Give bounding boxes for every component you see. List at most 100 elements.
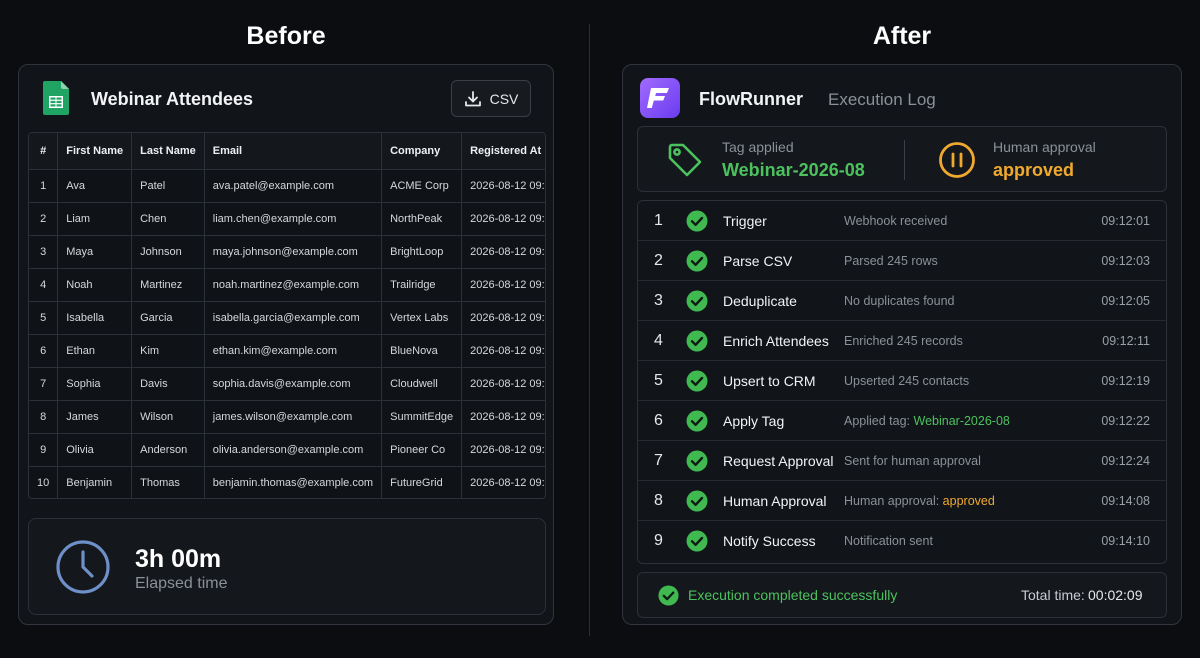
table-cell[interactable]: Thomas (131, 466, 205, 498)
table-cell[interactable]: ethan.kim@example.com (204, 334, 383, 368)
table-cell[interactable]: 7 (29, 367, 59, 401)
execution-step-row[interactable]: 4 Enrich Attendees Enriched 245 records 09:… (638, 321, 1166, 361)
table-cell[interactable]: Pioneer Co (381, 433, 463, 467)
execution-step-row[interactable]: 3 Deduplicate No duplicates found 09:12:05 (638, 281, 1166, 321)
table-cell[interactable]: 2026-08-12 09:35 (461, 334, 545, 368)
column-header[interactable]: Last Name (131, 133, 205, 170)
table-cell[interactable]: 2026-08-12 09:49 (461, 433, 545, 467)
table-cell[interactable]: 3 (29, 235, 59, 269)
table-row[interactable]: 4 Noah Martinez noah.martinez@example.com Tr… (29, 268, 545, 302)
column-header[interactable]: Email (204, 133, 383, 170)
table-cell[interactable]: Kim (131, 334, 205, 368)
table-row[interactable]: 5 Isabella Garcia isabella.garcia@example.c… (29, 301, 545, 335)
table-cell[interactable]: 1 (29, 169, 59, 203)
table-row[interactable]: 1 Ava Patel ava.patel@example.com ACME Corp 2… (29, 169, 545, 203)
table-cell[interactable]: 2026-08-12 09:53 (462, 466, 545, 498)
execution-step-row[interactable]: 5 Upsert to CRM Upserted 245 contacts 09:12… (638, 361, 1166, 401)
table-row[interactable]: 9 Olivia Anderson olivia.anderson@example.c… (29, 433, 545, 467)
table-cell[interactable]: James (57, 400, 133, 434)
table-cell[interactable]: olivia.anderson@example.com (204, 433, 383, 467)
table-cell[interactable]: Chen (131, 202, 205, 236)
table-cell[interactable]: benjamin.thomas@example.com (204, 466, 383, 498)
download-csv-button[interactable]: CSV (451, 80, 531, 117)
table-cell[interactable]: 4 (29, 268, 59, 302)
table-cell[interactable]: Garcia (131, 301, 205, 335)
table-cell[interactable]: BlueNova (381, 334, 463, 368)
table-cell[interactable]: Ava (57, 169, 133, 203)
column-header[interactable]: First Name (57, 133, 133, 170)
table-cell[interactable]: isabella.garcia@example.com (204, 301, 383, 335)
success-check-icon (686, 370, 708, 392)
table-cell[interactable]: 9 (29, 433, 59, 467)
table-cell[interactable]: 5 (29, 301, 59, 335)
execution-step-row[interactable]: 8 Human Approval Human approval: approved 0… (638, 481, 1166, 521)
table-cell[interactable]: 2026-08-12 09:45 (461, 400, 545, 434)
table-cell[interactable]: Johnson (131, 235, 205, 269)
table-cell[interactable]: 2026-08-12 09:31 (461, 301, 545, 335)
table-cell[interactable]: SummitEdge (381, 400, 463, 434)
success-check-icon (658, 585, 679, 606)
execution-step-row[interactable]: 1 Trigger Webhook received 09:12:01 (638, 201, 1166, 241)
table-cell[interactable]: Maya (57, 235, 133, 269)
column-header[interactable]: Company (381, 133, 463, 170)
table-cell[interactable]: 2026-08-12 09:40 (461, 367, 545, 401)
table-row[interactable]: 7 Sophia Davis sophia.davis@example.com Clou… (29, 367, 545, 401)
step-detail-text: Sent for human approval (844, 454, 981, 468)
execution-step-row[interactable]: 6 Apply Tag Applied tag: Webinar-2026-08 09… (638, 401, 1166, 441)
execution-step-row[interactable]: 9 Notify Success Notification sent 09:14:10 (638, 521, 1166, 561)
table-cell[interactable]: 2026-08-12 09:18 (461, 202, 545, 236)
table-cell[interactable]: Olivia (57, 433, 133, 467)
table-cell[interactable]: 2 (29, 202, 59, 236)
column-header[interactable]: # (29, 133, 59, 170)
step-name: Upsert to CRM (723, 373, 816, 389)
table-cell[interactable]: ava.patel@example.com (204, 169, 383, 203)
step-number: 9 (654, 532, 663, 549)
table-cell[interactable]: Davis (131, 367, 205, 401)
table-cell[interactable]: Sophia (57, 367, 133, 401)
table-cell[interactable]: liam.chen@example.com (204, 202, 383, 236)
step-detail: Notification sent (844, 534, 933, 548)
execution-step-row[interactable]: 2 Parse CSV Parsed 245 rows 09:12:03 (638, 241, 1166, 281)
table-cell[interactable]: Ethan (57, 334, 133, 368)
step-detail: Human approval: approved (844, 494, 995, 508)
table-cell[interactable]: Cloudwell (381, 367, 463, 401)
table-cell[interactable]: 8 (29, 400, 59, 434)
table-cell[interactable]: FutureGrid (381, 466, 463, 498)
table-row[interactable]: 2 Liam Chen liam.chen@example.com NorthPeak 2… (29, 202, 545, 236)
table-cell[interactable]: james.wilson@example.com (204, 400, 383, 434)
step-detail: Webhook received (844, 214, 947, 228)
table-cell[interactable]: Trailridge (381, 268, 463, 302)
table-cell[interactable]: Anderson (131, 433, 205, 467)
table-cell[interactable]: Noah (57, 268, 133, 302)
execution-step-row[interactable]: 7 Request Approval Sent for human approval… (638, 441, 1166, 481)
tag-applied-label: Tag applied (722, 139, 794, 155)
table-cell[interactable]: 10 (29, 466, 59, 498)
table-cell[interactable]: 2026-08-12 09:22 (461, 235, 545, 269)
table-row[interactable]: 6 Ethan Kim ethan.kim@example.com BlueNova 20… (29, 334, 545, 368)
table-cell[interactable]: Patel (131, 169, 205, 203)
total-time-value: 00:02:09 (1088, 587, 1143, 603)
table-cell[interactable]: Vertex Labs (381, 301, 463, 335)
step-detail-text: Parsed 245 rows (844, 254, 938, 268)
table-cell[interactable]: Isabella (57, 301, 133, 335)
table-cell[interactable]: 6 (29, 334, 59, 368)
table-cell[interactable]: noah.martinez@example.com (204, 268, 383, 302)
table-cell[interactable]: Benjamin (57, 466, 133, 498)
table-cell[interactable]: ACME Corp (381, 169, 463, 203)
tag-icon (668, 143, 702, 177)
table-row[interactable]: 3 Maya Johnson maya.johnson@example.com Brig… (29, 235, 545, 269)
step-name: Apply Tag (723, 413, 785, 429)
table-cell[interactable]: Wilson (131, 400, 205, 434)
table-cell[interactable]: 2026-08-12 09:14 (461, 169, 545, 203)
table-cell[interactable]: 2026-08-12 09:27 (461, 268, 545, 302)
table-cell[interactable]: NorthPeak (381, 202, 463, 236)
column-header[interactable]: Registered At (461, 133, 545, 170)
table-cell[interactable]: Liam (57, 202, 133, 236)
table-cell[interactable]: BrightLoop (381, 235, 463, 269)
table-cell[interactable]: sophia.davis@example.com (204, 367, 383, 401)
table-cell[interactable]: maya.johnson@example.com (204, 235, 383, 269)
table-cell[interactable]: Martinez (131, 268, 205, 302)
table-row[interactable]: 8 James Wilson james.wilson@example.com Summ… (29, 400, 545, 434)
step-name: Parse CSV (723, 253, 793, 269)
table-row[interactable]: 10 Benjamin Thomas benjamin.thomas@example.… (29, 466, 545, 498)
